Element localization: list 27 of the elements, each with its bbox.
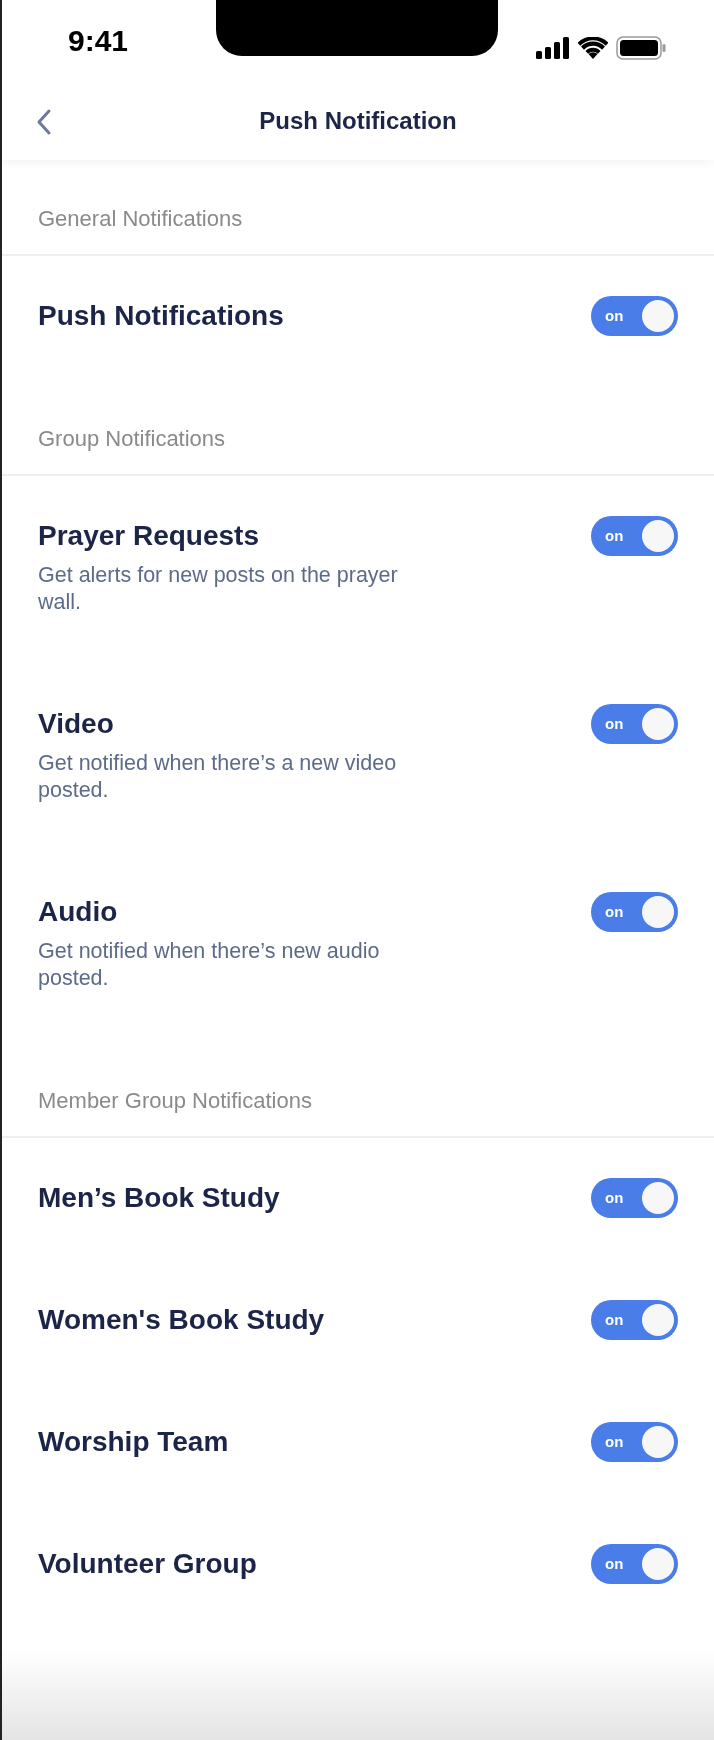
toggle-switch[interactable]: on <box>591 516 678 556</box>
setting-title: Men’s Book Study <box>38 1182 280 1214</box>
setting-description: Get notified when there’s a new video posted. <box>38 750 398 804</box>
toggle-switch[interactable]: on <box>591 704 678 744</box>
setting-title: Prayer Requests <box>38 520 260 552</box>
setting-description: Get notified when there’s new audio posted. <box>38 938 381 992</box>
battery-icon <box>616 36 666 60</box>
setting-title: Women's Book Study <box>38 1304 325 1336</box>
setting-title: Audio <box>38 896 119 928</box>
section-header: Member Group Notifications <box>2 1040 714 1138</box>
signal-icon <box>536 37 570 59</box>
setting-title: Video <box>38 708 115 740</box>
toggle-switch[interactable]: on <box>591 1300 678 1340</box>
wifi-icon <box>578 37 608 59</box>
setting-title: Worship Team <box>38 1426 229 1458</box>
screen-title: Push Notification <box>259 106 457 136</box>
setting-title: Push Notifications <box>38 300 284 332</box>
section-header: Group Notifications <box>2 378 714 476</box>
toggle-switch[interactable]: on <box>591 296 678 336</box>
status-time: 9:41 <box>68 26 129 56</box>
toggle-switch[interactable]: on <box>591 892 678 932</box>
toggle-switch[interactable]: on <box>591 1178 678 1218</box>
section-header: General Notifications <box>2 160 714 256</box>
toggle-switch[interactable]: on <box>591 1544 678 1584</box>
toggle-switch[interactable]: on <box>591 1422 678 1462</box>
setting-description: Get alerts for new posts on the prayer wall. <box>38 562 399 616</box>
setting-title: Volunteer Group <box>38 1548 257 1580</box>
